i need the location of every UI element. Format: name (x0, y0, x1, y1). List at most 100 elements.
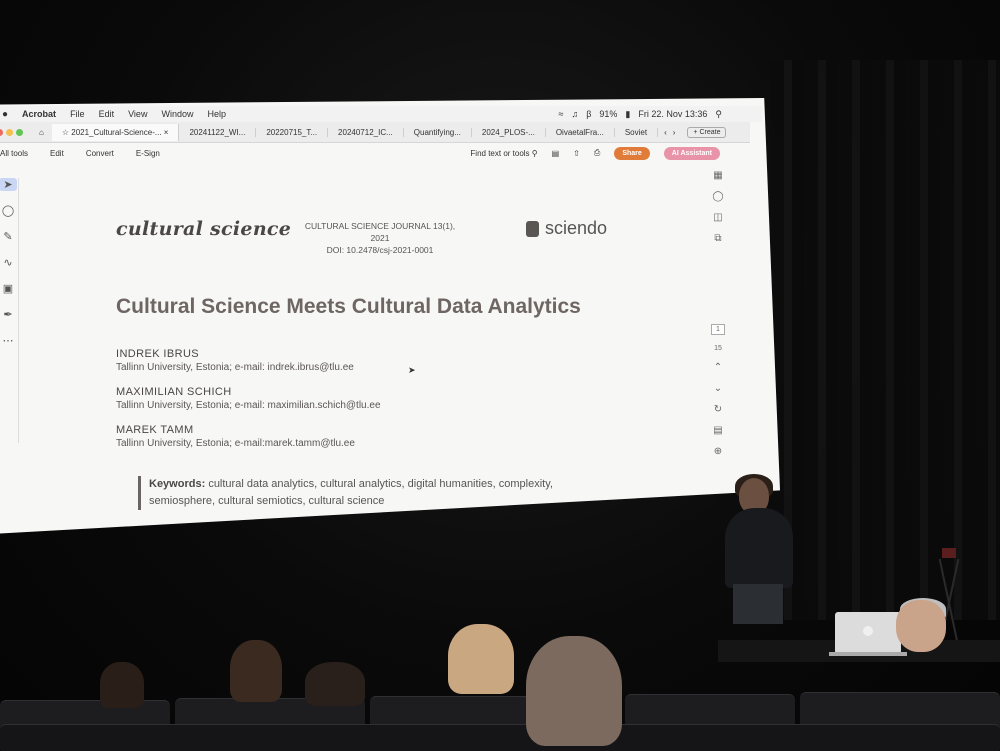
menu-file[interactable]: File (70, 109, 85, 119)
all-tools-button[interactable]: All tools (0, 149, 28, 158)
menu-view[interactable]: View (128, 109, 147, 119)
draw-icon[interactable]: ∿ (3, 256, 12, 269)
toolbar-right: Find text or tools ⚲ ▤ ⇧ ⎙ Share AI Assi… (470, 146, 760, 160)
presenter (725, 474, 797, 624)
stage-curtain (770, 60, 1000, 620)
keywords-label: Keywords: (149, 478, 206, 490)
author-name: MAXIMILIAN SCHICH (116, 386, 232, 398)
sciendo-logo-icon (526, 220, 539, 237)
home-icon[interactable]: ⌂ (31, 128, 52, 137)
author-block: MAREK TAMM Tallinn University, Estonia; … (116, 424, 381, 449)
ai-panel-icon[interactable]: ▦ (713, 170, 722, 181)
wifi-icon[interactable]: ≈ (559, 109, 564, 119)
camera-icon (942, 548, 956, 558)
menu-app-name[interactable]: Acrobat (22, 109, 56, 119)
edit-button[interactable]: Edit (50, 149, 64, 158)
tab-document-7[interactable]: OivaetalFra... (546, 127, 615, 137)
zoom-window-icon[interactable] (16, 128, 23, 136)
author-affiliation: Tallinn University, Estonia; e-mail: max… (116, 400, 381, 411)
volume-icon[interactable]: ♫ (571, 109, 578, 119)
current-page-field[interactable]: 1 (711, 324, 725, 335)
close-window-icon[interactable] (0, 128, 3, 136)
save-icon[interactable]: ▤ (552, 149, 560, 158)
audience-member (100, 662, 144, 708)
total-pages: 15 (714, 345, 722, 352)
comments-panel-icon[interactable]: ◯ (712, 191, 723, 202)
zoom-in-icon[interactable]: ⊕ (714, 446, 722, 457)
journal-logo: cultural science (116, 218, 292, 240)
audience-member (230, 640, 282, 702)
tab-document-6[interactable]: 2024_PLOS-... (472, 127, 546, 137)
technician-head (896, 600, 946, 652)
author-affiliation: Tallinn University, Estonia; e-mail:mare… (116, 438, 355, 449)
more-tools-icon[interactable]: ⋯ (3, 334, 14, 347)
journal-info: CULTURAL SCIENCE JOURNAL 13(1), 2021 DOI… (300, 220, 460, 256)
menu-window[interactable]: Window (161, 109, 193, 119)
author-block: MAXIMILIAN SCHICH Tallinn University, Es… (116, 386, 381, 411)
presenter-legs (733, 584, 783, 624)
laptop (829, 612, 907, 656)
menubar-status: ≈ ♫ β 91% ▮ Fri 22. Nov 13:36 ⚲ (559, 109, 763, 120)
document-tab-bar: ⌂ ☆ 2021_Cultural-Science-... × 20241122… (0, 122, 750, 143)
page-down-icon[interactable]: ⌄ (714, 383, 722, 394)
text-box-icon[interactable]: ▣ (3, 282, 13, 295)
comment-icon[interactable]: ◯ (2, 204, 14, 217)
create-button[interactable]: + Create (687, 126, 727, 138)
tab-scroll-right-icon[interactable]: › (673, 128, 676, 137)
seat-row (0, 724, 1000, 751)
esign-button[interactable]: E-Sign (136, 149, 160, 158)
signature-icon[interactable]: ✒ (3, 308, 12, 321)
menu-edit[interactable]: Edit (99, 109, 115, 119)
battery-icon: ▮ (625, 108, 631, 119)
minimize-window-icon[interactable] (6, 128, 13, 136)
tab-document-3[interactable]: 20220715_T... (256, 127, 329, 137)
journal-citation: CULTURAL SCIENCE JOURNAL 13(1), 2021 (304, 221, 456, 243)
article-title: Cultural Science Meets Cultural Data Ana… (116, 295, 581, 318)
upload-icon[interactable]: ⇧ (573, 149, 580, 158)
tab-document-4[interactable]: 20240712_IC... (328, 127, 404, 137)
spotlight-search-icon[interactable]: ⚲ (715, 109, 722, 120)
apple-icon[interactable]: ● (2, 109, 8, 120)
macos-menubar: ● Acrobat File Edit View Window Help ≈ ♫… (0, 106, 762, 122)
window-controls (0, 128, 31, 136)
journal-doi: DOI: 10.2478/csj-2021-0001 (326, 245, 434, 255)
share-button[interactable]: Share (614, 146, 650, 160)
tab-document-5[interactable]: Quantifying... (404, 127, 472, 137)
ai-assistant-button[interactable]: AI Assistant (663, 146, 720, 160)
print-icon[interactable]: ⎙ (594, 148, 600, 158)
audience-member (448, 624, 514, 694)
tab-scroll-left-icon[interactable]: ‹ (658, 128, 673, 137)
page-view-icon[interactable]: ▤ (713, 425, 722, 436)
author-list: INDREK IBRUS Tallinn University, Estonia… (116, 348, 381, 462)
author-name: MAREK TAMM (116, 424, 194, 436)
author-block: INDREK IBRUS Tallinn University, Estonia… (116, 348, 381, 373)
clock[interactable]: Fri 22. Nov 13:36 (638, 109, 707, 119)
pen-icon[interactable]: ✎ (3, 230, 12, 243)
author-name: INDREK IBRUS (116, 348, 200, 360)
author-affiliation: Tallinn University, Estonia; e-mail: ind… (116, 362, 354, 373)
convert-button[interactable]: Convert (86, 149, 114, 158)
audience-member (526, 636, 622, 746)
rotate-icon[interactable]: ↻ (714, 404, 722, 415)
menu-help[interactable]: Help (207, 109, 226, 119)
battery-percent[interactable]: 91% (599, 109, 617, 119)
audience-member (305, 662, 365, 706)
mouse-pointer-icon: ➤ (408, 365, 416, 375)
page-up-icon[interactable]: ⌃ (714, 362, 722, 373)
tab-document-8[interactable]: Soviet (615, 127, 659, 137)
publisher-name: sciendo (545, 218, 608, 238)
select-cursor-icon[interactable]: ➤ (0, 178, 17, 191)
find-text-field[interactable]: Find text or tools ⚲ (470, 149, 537, 158)
tab-document-2[interactable]: 20241122_WI... (179, 127, 257, 137)
copy-icon[interactable]: ⧉ (714, 233, 721, 244)
laptop-logo-icon (863, 626, 873, 636)
organize-pages-icon[interactable]: ◫ (713, 212, 722, 223)
tab-document-1[interactable]: ☆ 2021_Cultural-Science-... × (51, 123, 180, 141)
right-tool-rail: ▦ ◯ ◫ ⧉ 1 15 ⌃ ⌄ ↻ ▤ ⊕ (708, 170, 728, 500)
keywords-text: cultural data analytics, cultural analyt… (149, 478, 553, 507)
bluetooth-icon[interactable]: β (586, 109, 591, 119)
acrobat-toolbar: All tools Edit Convert E-Sign Find text … (0, 143, 760, 163)
projection-screen: ● Acrobat File Edit View Window Help ≈ ♫… (0, 98, 780, 534)
left-tool-rail: ➤ ◯ ✎ ∿ ▣ ✒ ⋯ (0, 178, 19, 443)
publisher-logo: sciendo (526, 218, 607, 239)
